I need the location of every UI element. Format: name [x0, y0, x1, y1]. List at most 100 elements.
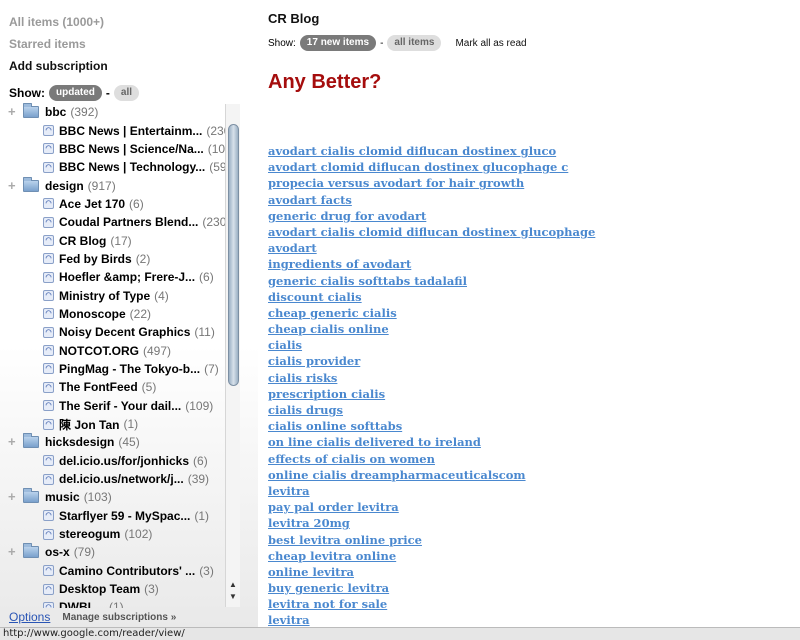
folder-item[interactable]: + music (103) — [0, 488, 225, 506]
folder-item[interactable]: + os-x (79) — [0, 543, 225, 561]
scroll-thumb[interactable] — [228, 124, 239, 386]
unread-count: (230) — [202, 215, 225, 230]
post-link[interactable]: avodart clomid diflucan dostinex glucoph… — [268, 159, 595, 175]
post-link[interactable]: levitra 20mg — [268, 515, 595, 531]
main-show-label: Show: — [268, 37, 296, 49]
post-link[interactable]: online levitra — [268, 564, 595, 580]
expand-icon[interactable]: + — [8, 179, 19, 192]
post-link[interactable]: generic drug for avodart — [268, 208, 595, 224]
feed-item[interactable]: ◠ CR Blog (17) — [0, 231, 225, 249]
subscription-scrollbar[interactable]: ▲ ▼ — [225, 104, 240, 607]
feed-label: Coudal Partners Blend... — [59, 215, 199, 230]
folder-icon — [23, 543, 39, 559]
unread-count: (59) — [209, 160, 225, 175]
mark-all-read-button[interactable]: Mark all as read — [455, 38, 526, 49]
feed-label: BBC News | Entertainm... — [59, 123, 203, 138]
scroll-down-arrow-icon[interactable]: ▼ — [229, 592, 237, 601]
new-items-button[interactable]: 17 new items — [299, 35, 377, 51]
post-title[interactable]: Any Better? — [268, 71, 381, 94]
unread-count: (6) — [199, 270, 214, 285]
post-link[interactable]: levitra — [268, 612, 595, 627]
feed-item[interactable]: ◠ BBC News | Science/Na...(103) — [0, 140, 225, 158]
post-link[interactable]: cheap cialis online — [268, 321, 595, 337]
feed-item[interactable]: ◠ Monoscope (22) — [0, 305, 225, 323]
feed-label: Desktop Team — [59, 582, 141, 597]
unread-count: (103) — [83, 490, 112, 505]
post-link[interactable]: avodart cialis clomid diflucan dostinex … — [268, 143, 595, 159]
starred-items-link[interactable]: Starred items — [9, 37, 86, 51]
post-link[interactable]: online cialis dreampharmaceuticalscom — [268, 467, 595, 483]
post-link[interactable]: cialis online softtabs — [268, 418, 595, 434]
show-updated-button[interactable]: updated — [49, 85, 102, 101]
post-link[interactable]: best levitra online price — [268, 532, 595, 548]
unread-count: (109) — [185, 398, 214, 413]
post-link[interactable]: levitra — [268, 483, 595, 499]
post-link[interactable]: avodart facts — [268, 192, 595, 208]
feed-item[interactable]: ◠ Hoefler &amp; Frere-J... (6) — [0, 268, 225, 286]
add-subscription-link[interactable]: Add subscription — [9, 59, 108, 73]
post-link[interactable]: generic cialis softtabs tadalafil — [268, 273, 595, 289]
feed-item[interactable]: ◠ DWBL... (1) — [0, 598, 225, 608]
post-link[interactable]: cialis — [268, 337, 595, 353]
feed-item[interactable]: ◠ Fed by Birds (2) — [0, 250, 225, 268]
unread-count: (3) — [199, 563, 214, 578]
feed-item[interactable]: ◠ Coudal Partners Blend...(230) — [0, 213, 225, 231]
feed-label: DWBL... — [59, 600, 105, 608]
all-items-link[interactable]: All items (1000+) — [9, 15, 104, 29]
feed-item[interactable]: ◠ NOTCOT.ORG (497) — [0, 341, 225, 359]
post-link[interactable]: avodart cialis clomid diflucan dostinex … — [268, 224, 595, 240]
rss-feed-icon: ◠ — [43, 381, 54, 393]
post-link[interactable]: cheap levitra online — [268, 548, 595, 564]
feed-label: Hoefler &amp; Frere-J... — [59, 270, 196, 285]
feed-item[interactable]: ◠ Ace Jet 170 (6) — [0, 195, 225, 213]
folder-item[interactable]: + hicksdesign (45) — [0, 433, 225, 451]
unread-count: (4) — [154, 288, 169, 303]
show-label: Show: — [9, 86, 45, 100]
feed-item[interactable]: ◠ Noisy Decent Graphics (11) — [0, 323, 225, 341]
post-link[interactable]: ingredients of avodart — [268, 256, 595, 272]
folder-item[interactable]: + design (917) — [0, 176, 225, 194]
post-link[interactable]: on line cialis delivered to ireland — [268, 434, 595, 450]
feed-item[interactable]: ◠ 陳 Jon Tan (1) — [0, 415, 225, 433]
post-link[interactable]: propecia versus avodart for hair growth — [268, 175, 595, 191]
post-link[interactable]: levitra not for sale — [268, 596, 595, 612]
post-link[interactable]: cialis provider — [268, 353, 595, 369]
unread-count: (17) — [110, 233, 132, 248]
post-link[interactable]: pay pal order levitra — [268, 499, 595, 515]
manage-subscriptions-link[interactable]: Manage subscriptions » — [62, 612, 176, 623]
feed-item[interactable]: ◠ Ministry of Type (4) — [0, 286, 225, 304]
post-link[interactable]: effects of cialis on women — [268, 451, 595, 467]
rss-feed-icon: ◠ — [43, 235, 54, 247]
feed-label: The Serif - Your dail... — [59, 398, 182, 413]
sidebar: All items (1000+) Starred items Add subs… — [0, 0, 258, 628]
expand-icon[interactable]: + — [8, 105, 19, 118]
post-link[interactable]: cialis drugs — [268, 402, 595, 418]
all-items-button[interactable]: all items — [387, 35, 442, 51]
feed-item[interactable]: ◠ del.icio.us/for/jonhicks (6) — [0, 452, 225, 470]
post-link[interactable]: avodart — [268, 240, 595, 256]
post-link[interactable]: cialis risks — [268, 370, 595, 386]
options-link[interactable]: Options — [9, 610, 50, 624]
feed-item[interactable]: ◠ BBC News | Technology...(59) — [0, 158, 225, 176]
folder-item[interactable]: + bbc (392) — [0, 103, 225, 121]
subscription-tree: +bbc(392)◠BBC News | Entertainm...(230)◠… — [0, 103, 225, 608]
feed-item[interactable]: ◠ BBC News | Entertainm...(230) — [0, 121, 225, 139]
feed-item[interactable]: ◠ stereogum (102) — [0, 525, 225, 543]
feed-item[interactable]: ◠ PingMag - The Tokyo-b... (7) — [0, 360, 225, 378]
feed-item[interactable]: ◠ del.icio.us/network/j... (39) — [0, 470, 225, 488]
feed-item[interactable]: ◠ The Serif - Your dail... (109) — [0, 397, 225, 415]
feed-item[interactable]: ◠ Camino Contributors' ... (3) — [0, 562, 225, 580]
feed-item[interactable]: ◠ Starflyer 59 - MySpac... (1) — [0, 507, 225, 525]
post-link[interactable]: cheap generic cialis — [268, 305, 595, 321]
scroll-up-arrow-icon[interactable]: ▲ — [229, 580, 237, 589]
feed-item[interactable]: ◠ Desktop Team (3) — [0, 580, 225, 598]
expand-icon[interactable]: + — [8, 545, 19, 558]
post-link[interactable]: buy generic levitra — [268, 580, 595, 596]
expand-icon[interactable]: + — [8, 490, 19, 503]
show-all-button[interactable]: all — [113, 85, 140, 101]
feed-item[interactable]: ◠ The FontFeed (5) — [0, 378, 225, 396]
expand-icon[interactable]: + — [8, 435, 19, 448]
post-link[interactable]: discount cialis — [268, 289, 595, 305]
feed-label: Noisy Decent Graphics — [59, 325, 191, 340]
post-link[interactable]: prescription cialis — [268, 386, 595, 402]
